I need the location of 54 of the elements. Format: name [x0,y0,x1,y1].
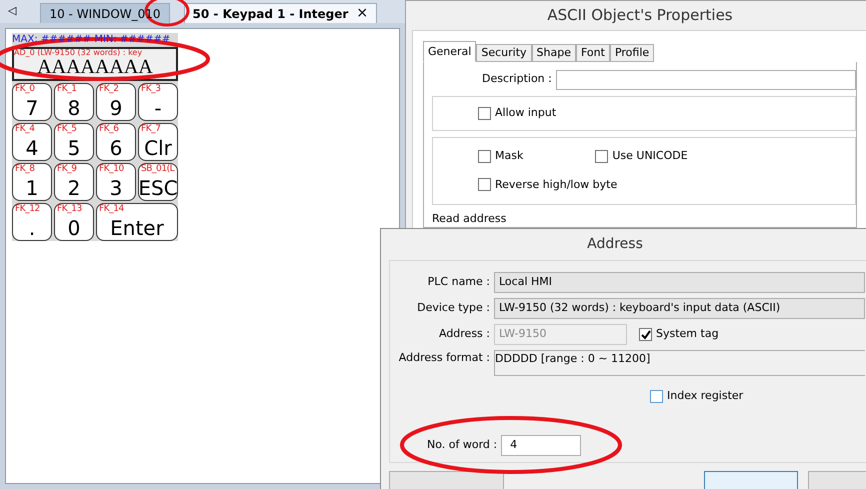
checkbox[interactable] [595,150,608,163]
field-label: Address : [438,326,490,342]
checkbox-label: Reverse high/low byte [495,176,618,192]
keypad-key[interactable]: FK_2 9 [96,83,136,121]
group-label: Read address [432,210,508,226]
checkbox-label: System tag [656,326,719,342]
tab[interactable]: General [423,40,476,62]
keypad-key[interactable]: FK_14 Enter [96,203,178,241]
device-type-dropdown[interactable]: LW-9150 (32 words) : keyboard's input data (ASCII) [494,298,865,319]
address-label: AD_0 (LW-9150 (32 words) : key [14,49,144,57]
keypad-key[interactable]: FK_10 3 [96,163,136,201]
checkbox[interactable] [478,106,491,120]
keypad-key[interactable]: FK_12 . [12,203,52,241]
checkbox[interactable] [478,178,491,192]
dialog-button[interactable] [704,471,798,489]
scroll-arrow[interactable]: ◁ [8,2,16,19]
dialog-title: Address [586,235,644,254]
tab[interactable]: Shape [532,44,576,62]
tab[interactable]: Security [476,44,532,62]
keypad-key[interactable]: FK_1 8 [54,83,94,121]
tab[interactable]: Profile [610,44,654,62]
checkmark-icon [640,330,650,340]
keypad-key[interactable]: FK_0 7 [12,83,52,121]
keypad-key[interactable]: FK_7 Clr [138,123,178,161]
plc-name-dropdown[interactable]: Local HMI [494,272,865,293]
checkbox[interactable] [478,150,491,163]
checkbox[interactable] [650,390,663,403]
keypad-key[interactable]: SB_01(L ESC [138,163,178,201]
description-field[interactable] [556,70,856,90]
field-label: Address format : [398,350,490,366]
description-label: Description : [482,71,552,88]
keypad-key[interactable]: FK_4 4 [12,123,52,161]
keypad-key[interactable]: FK_13 0 [54,203,94,241]
display-value: AAAAAAAA [36,57,154,77]
checkbox-label: Allow input [495,104,556,121]
checkbox-label: Use UNICODE [612,148,688,164]
keypad-key[interactable]: FK_8 1 [12,163,52,201]
field-label: No. of word : [427,436,498,453]
keypad-key[interactable]: FK_5 5 [54,123,94,161]
address-format-field: DDDDD [range : 0 ~ 11200] [494,350,865,376]
field-label: Device type : [416,300,490,316]
tab[interactable]: Font [576,44,610,62]
dialog-title: ASCII Object's Properties [546,5,734,26]
field-label: PLC name : [426,274,490,290]
keypad-key[interactable]: FK_3 - [138,83,178,121]
dialog-button[interactable] [389,471,504,489]
word-count-field[interactable]: 4 [501,434,582,456]
checkbox-label: Mask [495,148,524,164]
document-tab[interactable]: 50 - Keypad 1 - Integer × [184,3,378,23]
keypad-key[interactable]: FK_6 6 [96,123,136,161]
checkbox[interactable] [639,328,652,341]
close-icon[interactable]: × [356,3,368,24]
keypad-key[interactable]: FK_9 2 [54,163,94,201]
checkbox-label: Index register [667,388,744,404]
